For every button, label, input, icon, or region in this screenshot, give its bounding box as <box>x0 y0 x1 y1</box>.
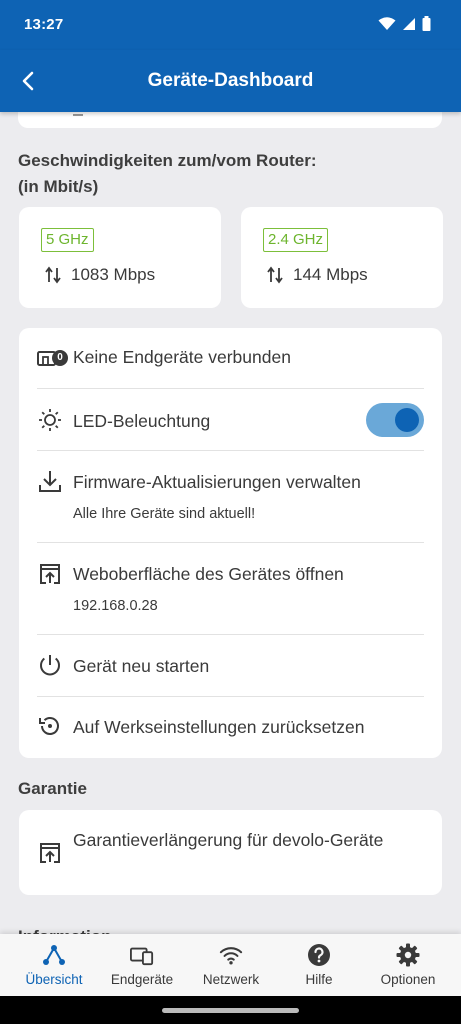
toggle-knob <box>395 408 419 432</box>
speeds-heading-line2: (in Mbit/s) <box>18 177 99 196</box>
divider <box>37 542 424 543</box>
divider <box>37 634 424 635</box>
nav-devices[interactable]: Endgeräte <box>96 934 188 996</box>
battery-icon <box>422 16 431 31</box>
speeds-heading-line1: Geschwindigkeiten zum/vom Router: <box>18 151 317 170</box>
bottom-navigation: Übersicht Endgeräte Netzwerk Hilfe Optio… <box>0 934 461 996</box>
devices-label: Keine Endgeräte verbunden <box>73 347 291 367</box>
restart-row[interactable]: Gerät neu starten <box>37 648 424 697</box>
divider <box>37 696 424 697</box>
overview-icon <box>42 943 66 967</box>
nav-network[interactable]: Netzwerk <box>185 934 277 996</box>
device-actions-card: 0 Keine Endgeräte verbunden LED-Beleucht… <box>19 328 442 758</box>
app-bar: Geräte-Dashboard <box>0 50 461 112</box>
led-label: LED-Beleuchtung <box>73 411 211 431</box>
ip-address: 192.168.0.28 <box>73 598 158 614</box>
band-badge: 5 GHz <box>41 228 94 252</box>
web-interface-row[interactable]: Weboberfläche des Gerätes öffnen 192.168… <box>37 556 424 635</box>
nav-network-label: Netzwerk <box>202 972 260 987</box>
speed-card-5ghz: 5 GHz 1083 Mbps <box>19 207 221 308</box>
garantie-heading: Garantie <box>18 779 87 798</box>
sun-icon <box>37 407 63 433</box>
speed-card-2-4ghz: 2.4 GHz 144 Mbps <box>241 207 443 308</box>
gear-icon <box>396 943 420 967</box>
open-in-browser-icon <box>37 561 63 587</box>
divider <box>37 388 424 389</box>
speed-value-row: 144 Mbps <box>267 265 368 285</box>
power-icon <box>37 652 63 678</box>
help-icon <box>307 943 331 967</box>
system-navigation-bar <box>0 996 461 1024</box>
speed-value: 1083 Mbps <box>71 265 156 284</box>
previous-card-stub <box>18 112 442 128</box>
firmware-row[interactable]: Firmware-Aktualisierungen verwalten Alle… <box>37 464 424 543</box>
nav-overview[interactable]: Übersicht <box>8 934 100 996</box>
nav-help[interactable]: Hilfe <box>273 934 365 996</box>
warranty-extension-row[interactable]: Garantieverlängerung für devolo-Geräte <box>37 828 424 880</box>
open-in-browser-icon <box>37 840 63 866</box>
status-bar: 13:27 <box>0 0 461 50</box>
led-row: LED-Beleuchtung <box>37 402 424 451</box>
home-indicator[interactable] <box>162 1008 299 1013</box>
devices-icon <box>130 943 154 967</box>
up-down-arrows-icon <box>45 266 61 284</box>
nav-options-label: Optionen <box>380 972 436 987</box>
up-down-arrows-icon <box>267 266 283 284</box>
nav-devices-label: Endgeräte <box>110 972 174 987</box>
device-count-badge: 0 <box>52 350 68 366</box>
status-icons <box>378 16 431 31</box>
cell-signal-icon <box>403 17 415 30</box>
led-toggle[interactable] <box>366 403 424 437</box>
divider <box>37 450 424 451</box>
warranty-extension-label: Garantieverlängerung für devolo-Geräte <box>73 830 384 850</box>
devices-icon: 0 <box>37 346 68 372</box>
status-time: 13:27 <box>24 16 64 33</box>
factory-reset-row[interactable]: Auf Werkseinstellungen zurücksetzen <box>37 710 424 750</box>
nav-overview-label: Übersicht <box>25 972 83 987</box>
firmware-status: Alle Ihre Geräte sind aktuell! <box>73 506 256 522</box>
speed-value: 144 Mbps <box>293 265 368 284</box>
restart-label: Gerät neu starten <box>73 656 210 676</box>
connected-devices-row[interactable]: 0 Keine Endgeräte verbunden <box>37 344 424 389</box>
page-title: Geräte-Dashboard <box>147 70 314 91</box>
speeds-heading: Geschwindigkeiten zum/vom Router: (in Mb… <box>18 148 317 200</box>
firmware-label: Firmware-Aktualisierungen verwalten <box>73 472 361 492</box>
speed-value-row: 1083 Mbps <box>45 265 155 285</box>
band-badge: 2.4 GHz <box>263 228 329 252</box>
reset-icon <box>37 713 63 739</box>
dashboard-content[interactable]: Geschwindigkeiten zum/vom Router: (in Mb… <box>0 112 461 934</box>
download-icon <box>37 468 63 494</box>
nav-help-label: Hilfe <box>305 972 333 987</box>
wifi-icon <box>219 943 243 967</box>
factory-reset-label: Auf Werkseinstellungen zurücksetzen <box>73 717 365 737</box>
information-heading: Information <box>18 924 112 934</box>
garantie-card: Garantieverlängerung für devolo-Geräte <box>19 810 442 895</box>
nav-options[interactable]: Optionen <box>362 934 454 996</box>
web-interface-label: Weboberfläche des Gerätes öffnen <box>73 564 344 584</box>
wifi-signal-icon <box>378 16 396 30</box>
